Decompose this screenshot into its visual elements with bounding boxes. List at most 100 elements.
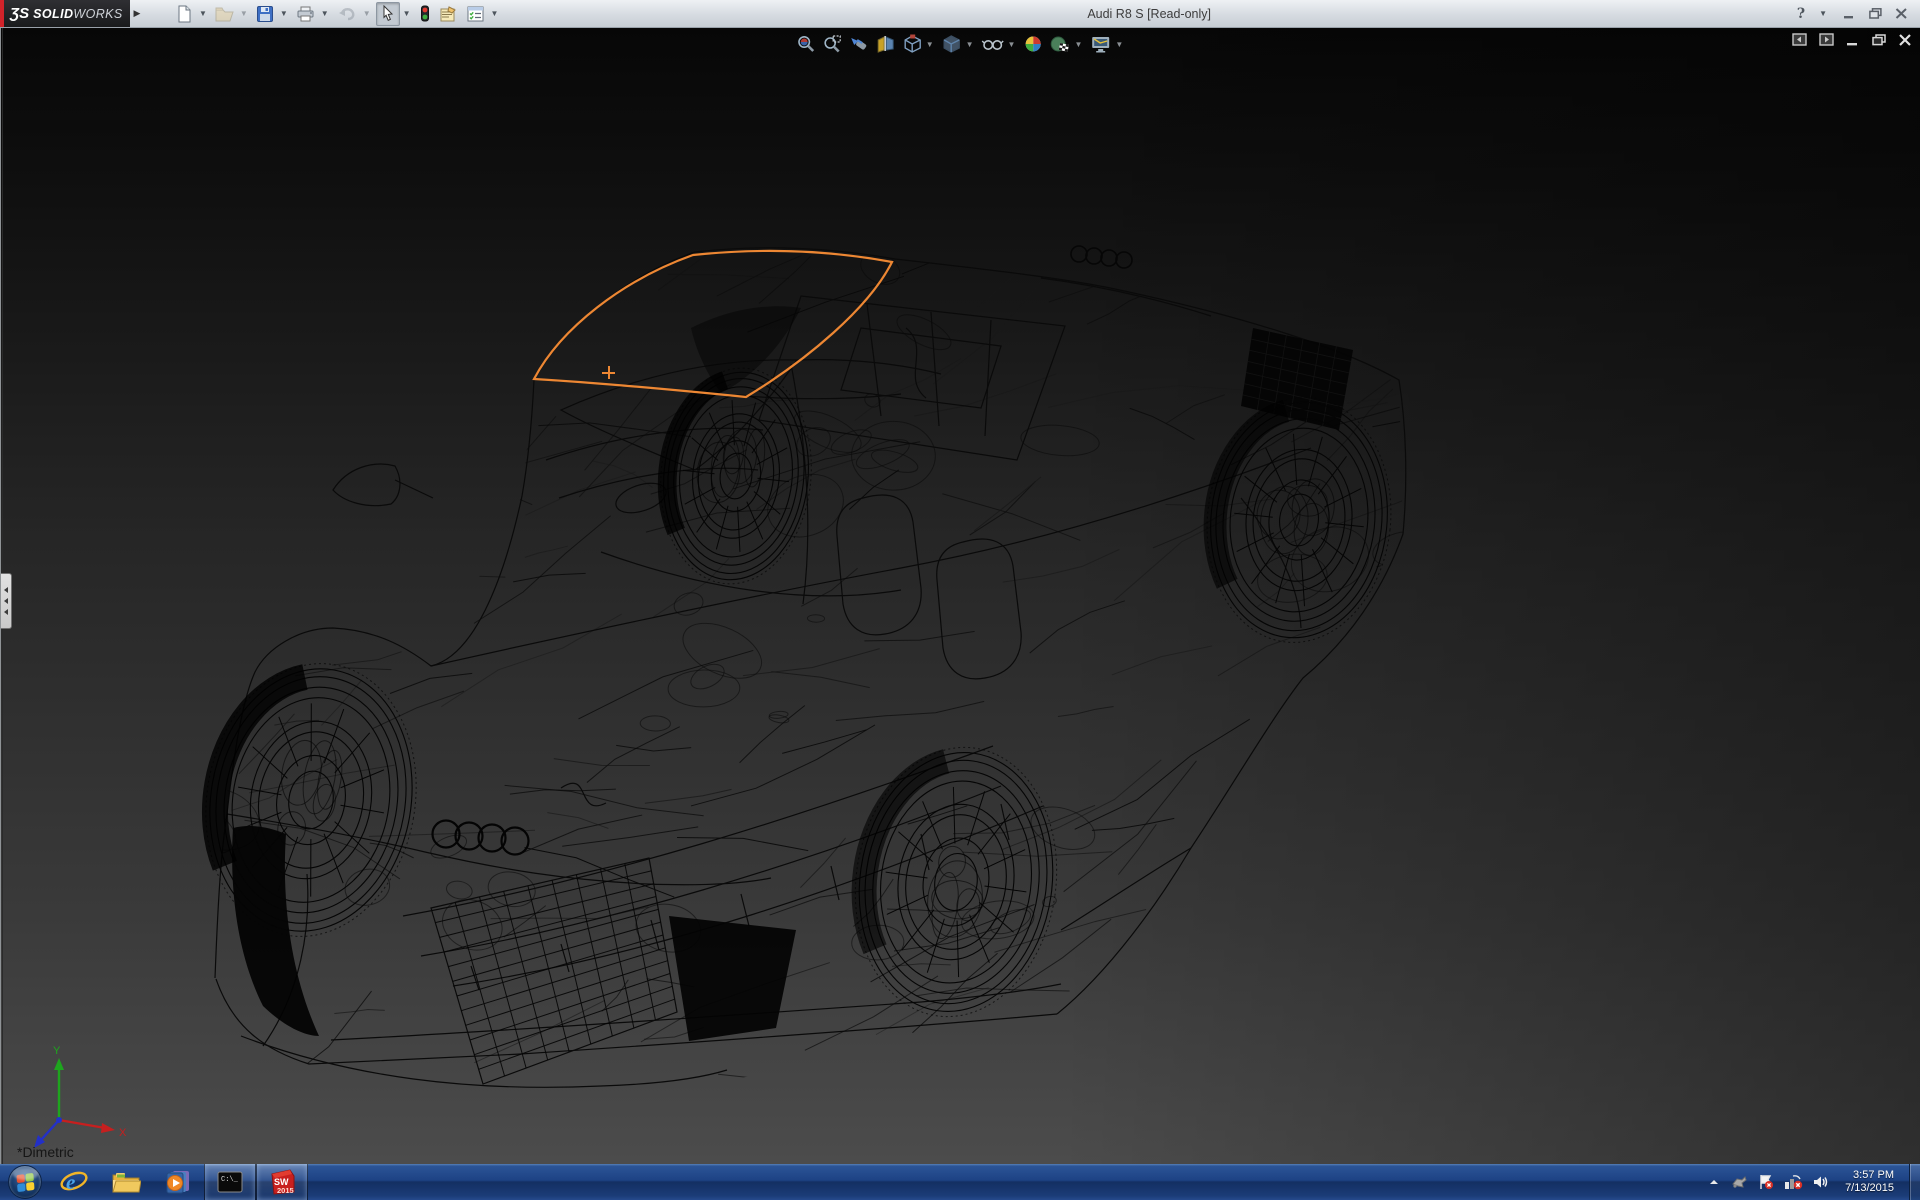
doc-minimize-button[interactable]: [1846, 34, 1860, 46]
expand-left-arrow-icon: [4, 609, 8, 615]
svg-text:C:\_: C:\_: [221, 1176, 239, 1184]
collapse-pane-right-icon[interactable]: [1819, 33, 1834, 46]
view-settings-button[interactable]: ▼: [1089, 33, 1126, 55]
triad-y-label: Y: [53, 1045, 61, 1057]
apply-scene-dropdown[interactable]: ▼: [1072, 40, 1084, 49]
app-window-controls: ? ▼: [1797, 0, 1920, 27]
display-style-dropdown[interactable]: ▼: [964, 40, 976, 49]
select-button[interactable]: [376, 2, 400, 26]
save-dropdown-arrow[interactable]: ▼: [279, 9, 291, 18]
save-icon: [256, 5, 274, 23]
graphics-area[interactable]: Y X ▼ ▼ ▼: [0, 28, 1920, 1164]
standard-toolbar: ▼ ▼ ▼ ▼ ▼ ▼ ▼: [144, 0, 501, 27]
command-prompt-icon: C:\_: [217, 1170, 243, 1194]
rebuild-stoplight-icon: [419, 5, 431, 23]
previous-view-button[interactable]: [847, 33, 870, 55]
reference-triad: Y X: [34, 1045, 127, 1148]
wheels: [185, 361, 1403, 1030]
brand-text: SOLIDWORKS: [33, 7, 122, 21]
undo-icon: [337, 5, 357, 23]
view-orientation-icon: [902, 34, 923, 54]
hide-show-items-dropdown[interactable]: ▼: [1006, 40, 1018, 49]
options-button[interactable]: [463, 2, 488, 26]
display-style-button[interactable]: ▼: [941, 33, 977, 55]
view-orientation-label: *Dimetric: [17, 1144, 74, 1160]
doc-restore-button[interactable]: [1872, 34, 1886, 46]
zoom-to-area-button[interactable]: [821, 33, 843, 55]
window-title: Audi R8 S [Read-only]: [501, 0, 1796, 27]
hide-show-items-button[interactable]: ▼: [981, 33, 1019, 55]
svg-text:e: e: [66, 1170, 75, 1194]
file-properties-button[interactable]: [436, 2, 461, 26]
selection-cursor: [602, 366, 615, 379]
print-button[interactable]: [293, 2, 318, 26]
view-settings-dropdown[interactable]: ▼: [1113, 40, 1125, 49]
volume-icon[interactable]: [1812, 1174, 1830, 1190]
system-tray: 3:57 PM 7/13/2015: [1707, 1164, 1920, 1200]
title-toolbar: ƷS SOLIDWORKS ▶ ▼ ▼ ▼ ▼ ▼ ▼ ▼ Audi: [0, 0, 1920, 28]
previous-view-icon: [848, 34, 869, 54]
show-desktop-button[interactable]: [1909, 1164, 1920, 1200]
options-icon: [466, 5, 485, 23]
expand-left-arrow-icon: [4, 587, 8, 593]
open-button[interactable]: [212, 2, 237, 26]
help-icon[interactable]: ?: [1797, 6, 1805, 22]
collapse-pane-left-icon[interactable]: [1792, 33, 1807, 46]
apply-scene-icon: [1049, 34, 1071, 54]
show-hidden-icons-button[interactable]: [1707, 1176, 1721, 1188]
rebuild-button[interactable]: [416, 2, 434, 26]
document-window-controls: [1792, 33, 1912, 46]
zoom-to-fit-button[interactable]: [795, 33, 817, 55]
new-document-button[interactable]: [172, 2, 196, 26]
select-dropdown-arrow[interactable]: ▼: [402, 9, 414, 18]
new-dropdown-arrow[interactable]: ▼: [198, 9, 210, 18]
logo-accent-stripe: [0, 0, 4, 27]
network-disconnected-icon[interactable]: [1784, 1174, 1803, 1190]
car-wireframe-model[interactable]: Y X: [1, 28, 1920, 1164]
app-close-button[interactable]: [1895, 8, 1908, 19]
expand-left-arrow-icon: [4, 598, 8, 604]
app-minimize-button[interactable]: [1843, 8, 1856, 19]
taskbar-media-player[interactable]: [152, 1164, 204, 1200]
feature-manager-collapsed-tab[interactable]: [1, 573, 12, 629]
taskbar-command-prompt[interactable]: C:\_: [204, 1164, 256, 1200]
internet-explorer-icon: e: [59, 1168, 89, 1196]
action-center-alert-icon[interactable]: [1757, 1174, 1775, 1190]
solidworks-logo: ƷS SOLIDWORKS: [0, 0, 130, 27]
doc-close-button[interactable]: [1898, 34, 1912, 46]
start-button[interactable]: [8, 1165, 42, 1199]
print-dropdown-arrow[interactable]: ▼: [320, 9, 332, 18]
undo-button[interactable]: [334, 2, 360, 26]
options-dropdown-arrow[interactable]: ▼: [490, 9, 502, 18]
media-player-icon: [164, 1169, 192, 1195]
print-icon: [296, 5, 315, 23]
section-view-button[interactable]: [874, 33, 897, 55]
view-settings-icon: [1090, 34, 1112, 54]
view-orientation-dropdown[interactable]: ▼: [924, 40, 936, 49]
taskbar-windows-explorer[interactable]: [100, 1164, 152, 1200]
zoom-to-fit-icon: [796, 34, 816, 54]
view-orientation-button[interactable]: ▼: [901, 33, 937, 55]
taskbar-internet-explorer[interactable]: e: [48, 1164, 100, 1200]
edit-appearance-icon: [1023, 34, 1043, 54]
taskbar-solidworks-2015[interactable]: SW 2015: [256, 1164, 308, 1200]
hide-show-items-icon: [982, 34, 1005, 54]
display-style-icon: [942, 34, 963, 54]
app-restore-button[interactable]: [1869, 8, 1882, 19]
file-properties-icon: [439, 5, 458, 23]
audi-rings-rear: [1071, 246, 1132, 268]
undo-dropdown-arrow[interactable]: ▼: [362, 9, 374, 18]
apply-scene-button[interactable]: ▼: [1048, 33, 1085, 55]
triad-x-label: X: [119, 1127, 127, 1139]
help-dropdown-arrow[interactable]: ▼: [1818, 9, 1830, 18]
save-button[interactable]: [253, 2, 277, 26]
open-dropdown-arrow[interactable]: ▼: [239, 9, 251, 18]
windows-taskbar: e C:\_ SW 2015 3:57 PM 7/13/2015: [0, 1164, 1920, 1200]
edit-appearance-button[interactable]: [1022, 33, 1044, 55]
solidworks-2015-icon: SW 2015: [268, 1168, 296, 1196]
heads-up-view-toolbar: ▼ ▼ ▼ ▼ ▼: [789, 31, 1133, 57]
device-tray-icon[interactable]: [1730, 1174, 1748, 1190]
taskbar-clock[interactable]: 3:57 PM 7/13/2015: [1839, 1169, 1900, 1195]
menu-flyout-arrow[interactable]: ▶: [130, 0, 144, 27]
clock-time: 3:57 PM: [1845, 1169, 1894, 1182]
